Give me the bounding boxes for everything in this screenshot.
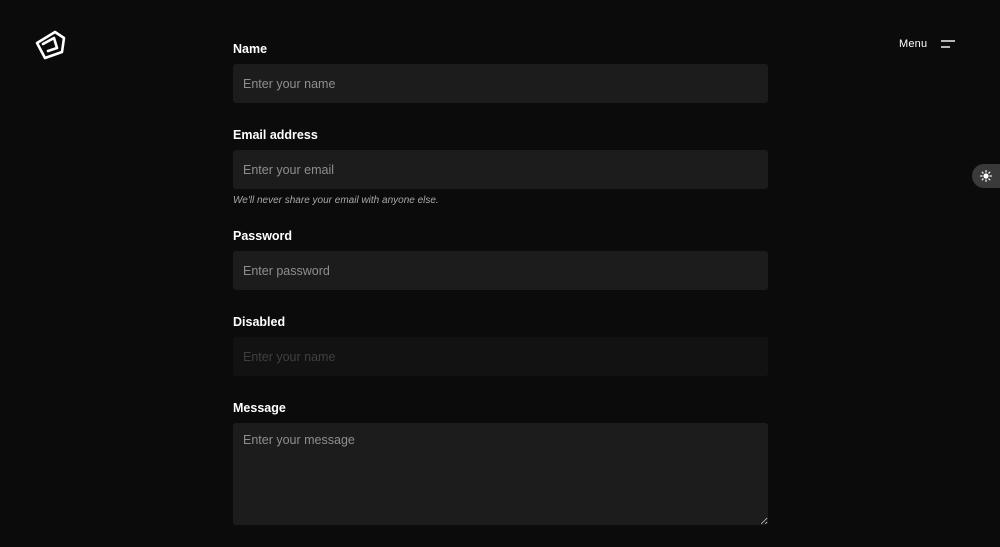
disabled-input [233, 337, 768, 376]
email-input[interactable] [233, 150, 768, 189]
name-label: Name [233, 42, 268, 56]
email-help-text: We'll never share your email with anyone… [233, 195, 439, 206]
page: Menu Name Email address [0, 0, 1000, 547]
disabled-field-group: Disabled [233, 313, 768, 376]
message-textarea[interactable] [233, 423, 768, 525]
password-label: Password [233, 229, 293, 243]
email-field-group: Email address We'll never share your ema… [233, 126, 768, 207]
theme-toggle-button[interactable] [972, 164, 1000, 188]
contact-form: Name Email address We'll never share you… [233, 40, 768, 525]
menu-label: Menu [899, 38, 928, 50]
logo-icon[interactable] [33, 29, 67, 61]
name-field-group: Name [233, 40, 768, 103]
email-label: Email address [233, 128, 318, 142]
message-label: Message [233, 401, 286, 415]
password-input[interactable] [233, 251, 768, 290]
sun-icon [980, 170, 992, 182]
menu-button[interactable]: Menu [899, 38, 956, 50]
password-field-group: Password [233, 227, 768, 290]
name-input[interactable] [233, 64, 768, 103]
hamburger-icon [941, 40, 956, 48]
message-field-group: Message [233, 399, 768, 525]
disabled-label: Disabled [233, 315, 286, 329]
